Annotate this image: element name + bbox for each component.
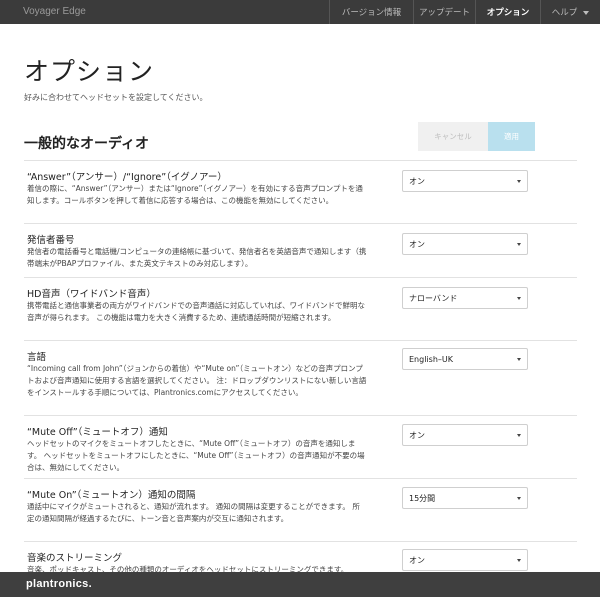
answer-ignore-select[interactable]: オン	[402, 170, 528, 192]
caller-id-select[interactable]: オン	[402, 233, 528, 255]
language-select[interactable]: English–UK	[402, 348, 528, 370]
caret-down-icon	[517, 559, 521, 562]
setting-label: 音楽のストリーミング	[27, 553, 123, 564]
footer-bar: plantronics.	[0, 572, 600, 597]
streaming-select[interactable]: オン	[402, 549, 528, 571]
setting-row-caller-id: 発信者番号 発信者の電話番号と電話機/コンピュータの連絡帳に基づいて、発信者名を…	[24, 223, 577, 277]
page-title: オプション	[24, 57, 155, 86]
top-bar: Voyager Edge バージョン情報 アップデート オプション ヘルプ	[0, 0, 600, 24]
caret-down-icon	[517, 180, 521, 183]
settings-list: “Answer”（アンサー）/“Ignore”（イグノアー） 着信の際に、“An…	[24, 160, 577, 597]
apply-button[interactable]: 適用	[488, 122, 535, 151]
cancel-button[interactable]: キャンセル	[418, 122, 488, 151]
setting-description: “Incoming call from John”（ジョンからの着信）や“Mut…	[27, 364, 367, 397]
setting-label: HD音声（ワイドバンド音声）	[27, 289, 156, 300]
plantronics-logo: plantronics.	[26, 578, 92, 590]
setting-row-hd-voice: HD音声（ワイドバンド音声） 携帯電話と通信事業者の両方がワイドバンドでの音声通…	[24, 277, 577, 340]
app-title: Voyager Edge	[23, 6, 86, 17]
setting-description: 携帯電話と通信事業者の両方がワイドバンドでの音声通話に対応していれば、ワイドバン…	[27, 301, 366, 322]
caret-down-icon	[517, 497, 521, 500]
setting-description: 通話中にマイクがミュートされると、通知が流れます。 通知の間隔は変更することがで…	[27, 502, 360, 523]
top-nav: バージョン情報 アップデート オプション ヘルプ	[329, 0, 600, 24]
hd-voice-select[interactable]: ナローバンド	[402, 287, 528, 309]
setting-row-language: 言語 “Incoming call from John”（ジョンからの着信）や“…	[24, 340, 577, 415]
mute-on-interval-select[interactable]: 15分間	[402, 487, 528, 509]
nav-help[interactable]: ヘルプ	[540, 0, 600, 24]
caret-down-icon	[517, 243, 521, 246]
nav-options[interactable]: オプション	[475, 0, 540, 24]
section-title: 一般的なオーディオ	[24, 136, 150, 152]
setting-label: 言語	[27, 352, 47, 363]
caret-down-icon	[517, 358, 521, 361]
setting-label: “Answer”（アンサー）/“Ignore”（イグノアー）	[27, 172, 227, 183]
setting-row-answer-ignore: “Answer”（アンサー）/“Ignore”（イグノアー） 着信の際に、“An…	[24, 160, 577, 223]
mute-off-alert-select[interactable]: オン	[402, 424, 528, 446]
caret-down-icon	[517, 434, 521, 437]
setting-label: “Mute On”（ミュートオン）通知の間隔	[27, 490, 196, 501]
setting-description: 発信者の電話番号と電話機/コンピュータの連絡帳に基づいて、発信者名を英語音声で通…	[27, 247, 367, 268]
nav-version-info[interactable]: バージョン情報	[329, 0, 413, 24]
chevron-down-icon	[583, 10, 590, 15]
setting-description: 着信の際に、“Answer”（アンサー）または“Ignore”（イグノアー）を有…	[27, 184, 363, 205]
caret-down-icon	[517, 297, 521, 300]
setting-description: ヘッドセットのマイクをミュートオフしたときに、“Mute Off”（ミュートオフ…	[27, 439, 365, 472]
page-subtitle: 好みに合わせてヘッドセットを設定してください。	[24, 93, 208, 102]
nav-update[interactable]: アップデート	[413, 0, 475, 24]
setting-label: 発信者番号	[27, 235, 75, 246]
setting-label: “Mute Off”（ミュートオフ）通知	[27, 427, 168, 438]
setting-row-mute-on-interval: “Mute On”（ミュートオン）通知の間隔 通話中にマイクがミュートされると、…	[24, 478, 577, 541]
setting-row-mute-off-alert: “Mute Off”（ミュートオフ）通知 ヘッドセットのマイクをミュートオフした…	[24, 415, 577, 478]
